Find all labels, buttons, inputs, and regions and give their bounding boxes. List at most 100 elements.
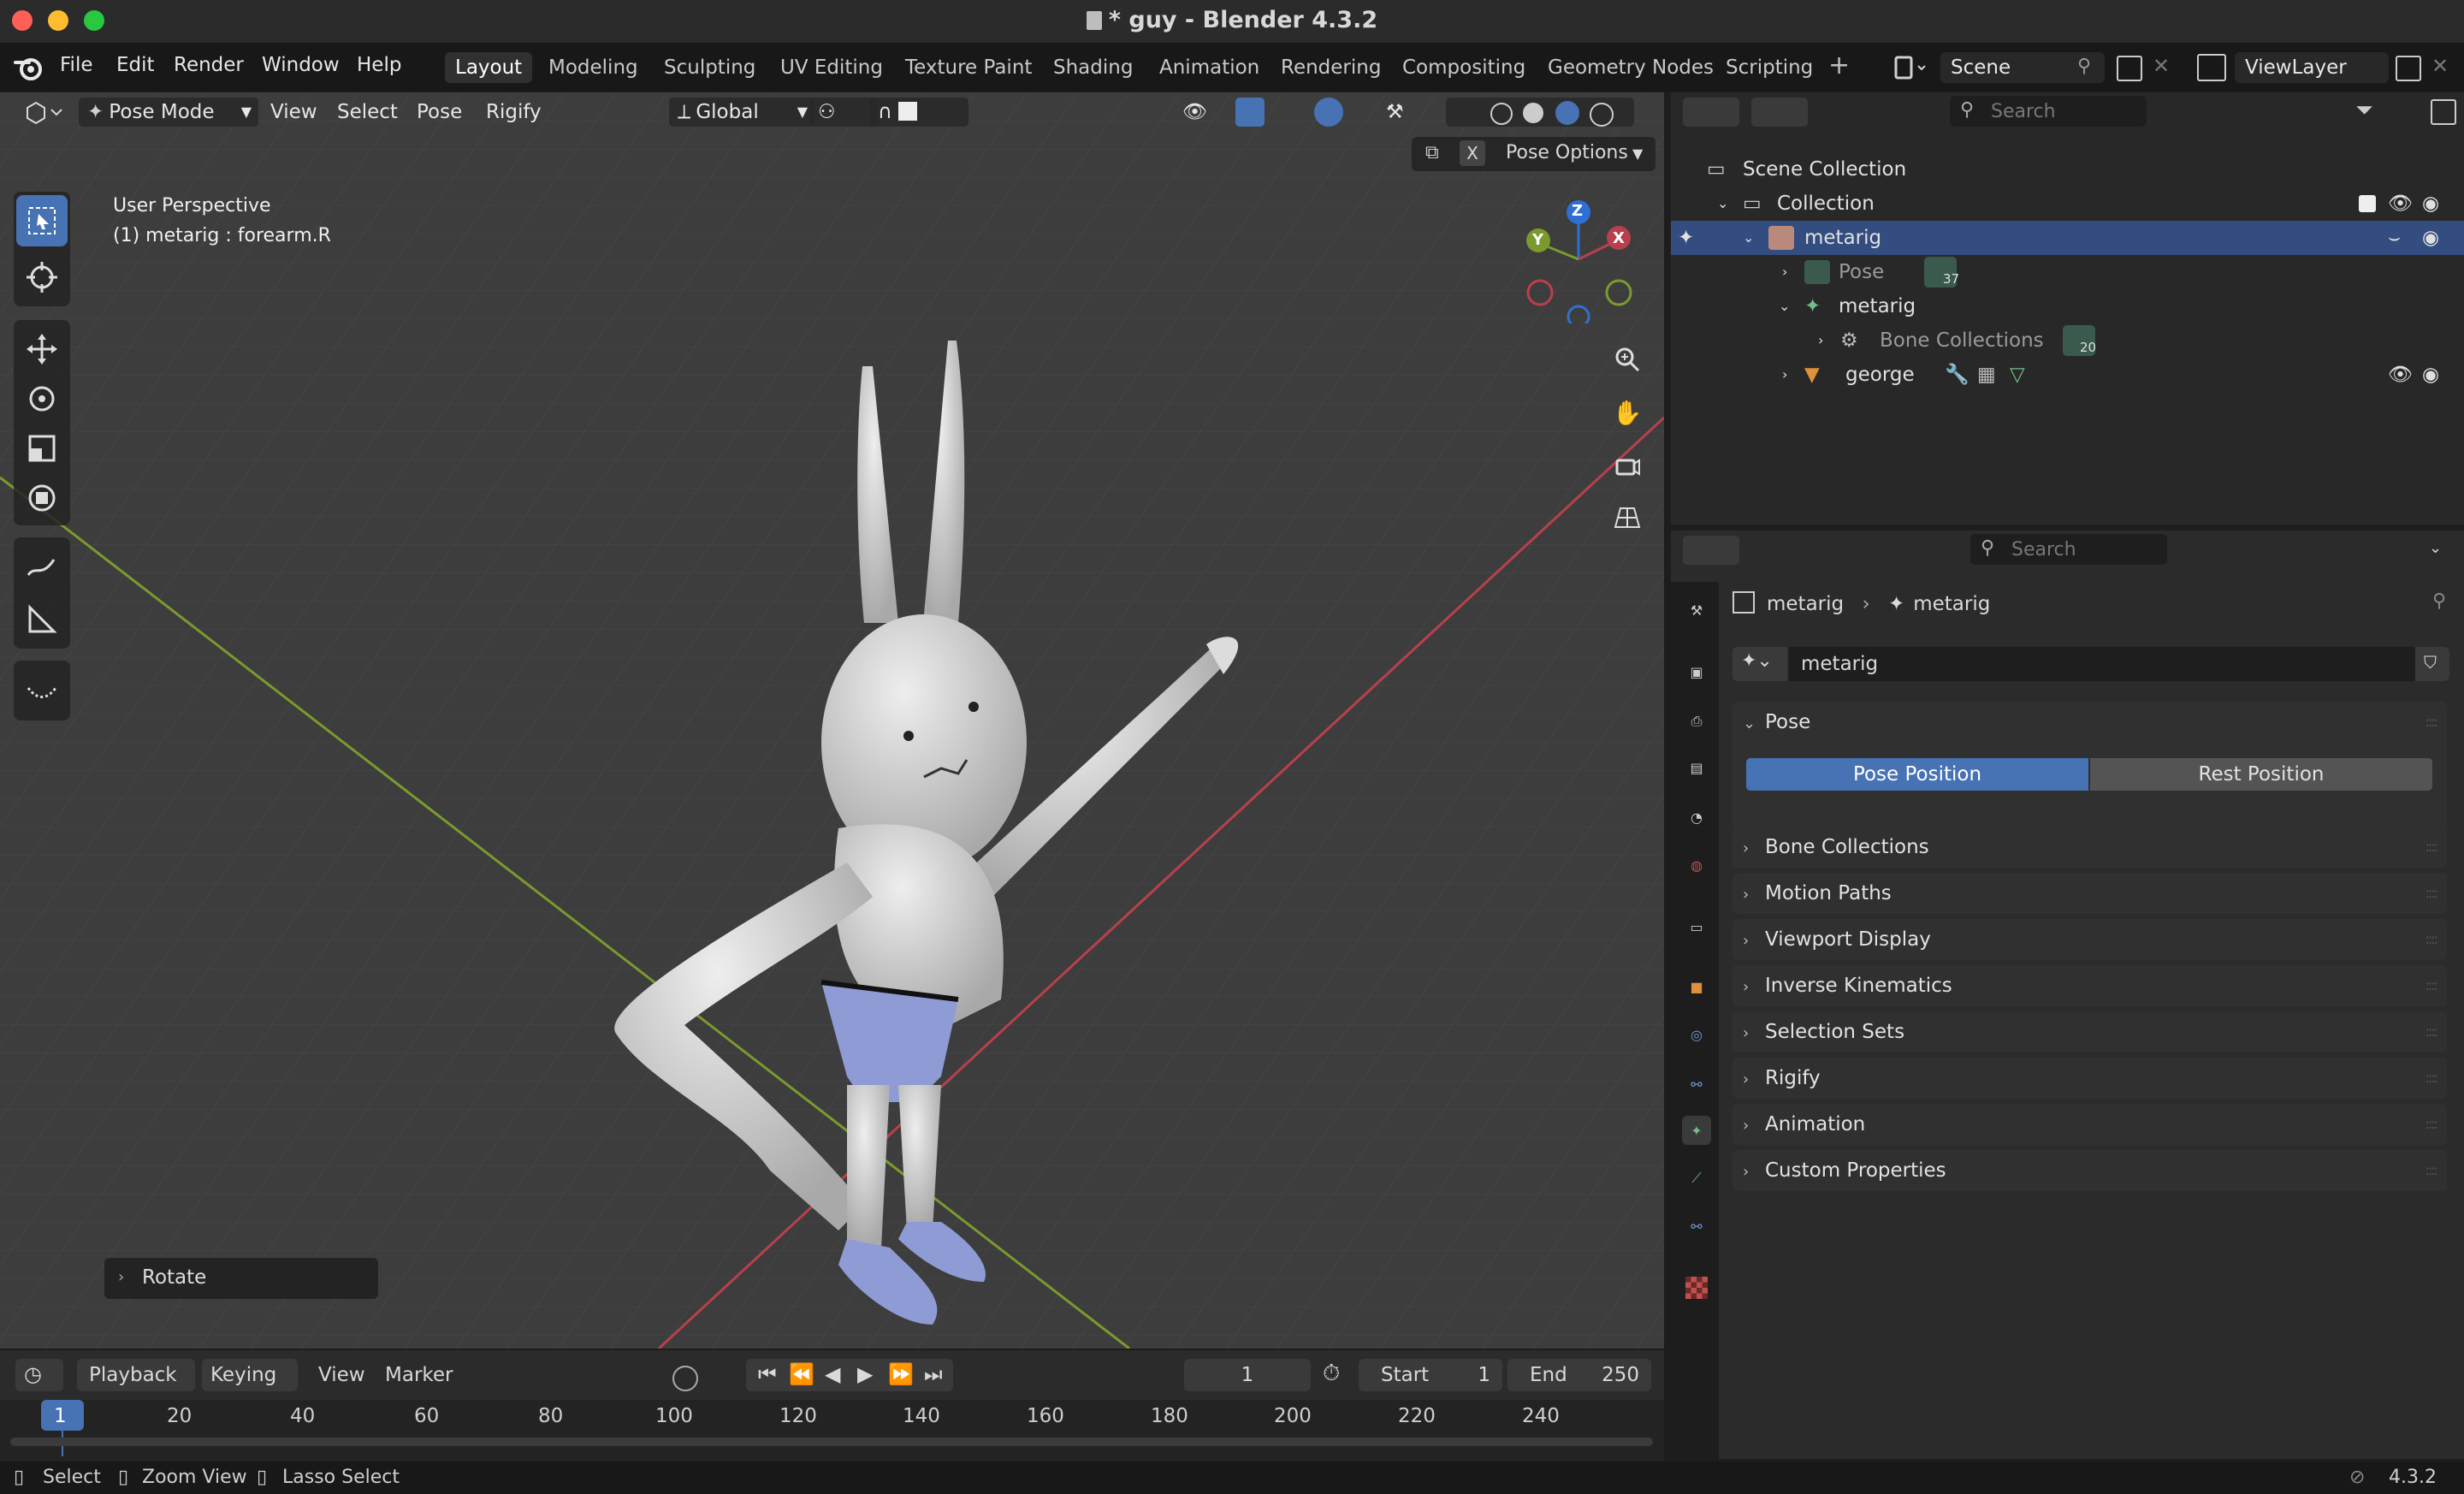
tab-animation[interactable]: Animation [1149,52,1270,83]
motion-paths-panel[interactable]: › Motion Paths:::: [1732,873,2447,914]
outliner-row-bone-collections[interactable]: › ⚙ Bone Collections 20 [1671,323,2464,358]
prev-keyframe-icon[interactable]: ⏪ [789,1362,814,1386]
delete-scene-icon[interactable]: ✕ [2153,54,2170,78]
viewport-menu-pose[interactable]: Pose [408,98,471,127]
timeline-scrollbar[interactable] [10,1438,1653,1446]
tab-compositing[interactable]: Compositing [1392,52,1536,83]
pin-icon[interactable]: ⚲ [2077,56,2091,77]
checkbox-icon[interactable] [2359,195,2376,212]
drag-handle-icon[interactable]: :::: [2425,1058,2438,1099]
object-tab-icon[interactable]: ■ [1682,972,1711,1001]
view-layer-field[interactable]: ViewLayer [2235,52,2389,83]
new-collection-icon[interactable] [2431,99,2456,125]
timeline-menu-view[interactable]: View [318,1364,365,1386]
visibility-dropdown[interactable]: 👁 [1174,98,1216,127]
new-scene-icon[interactable] [2117,56,2142,81]
camera-view-icon[interactable] [1605,443,1650,488]
pan-hand-icon[interactable]: ✋ [1605,390,1650,435]
playback-dropdown[interactable]: Playback [77,1359,195,1391]
chevron-down-icon[interactable]: ⌄ [2429,539,2442,557]
chevron-down-icon[interactable]: ⌄ [1743,703,1765,744]
menu-help[interactable]: Help [357,54,401,76]
wireframe-shading-icon[interactable] [1490,103,1513,125]
object-constraints-tab-icon[interactable]: ⚯ [1682,1070,1711,1099]
display-mode-icon[interactable] [1751,98,1808,127]
delete-view-layer-icon[interactable]: ✕ [2431,54,2449,78]
tab-sculpting[interactable]: Sculpting [654,52,766,83]
play-reverse-icon[interactable]: ◀ [825,1362,840,1386]
toggle-perspective-grid-icon[interactable] [1605,495,1650,539]
gizmo-toggle[interactable] [1235,98,1265,127]
drag-handle-icon[interactable]: :::: [2425,1150,2438,1191]
overlays-toggle[interactable] [1314,98,1343,127]
editor-type-icon[interactable] [22,99,65,125]
last-operator-panel[interactable]: › Rotate [104,1258,378,1299]
drag-handle-icon[interactable]: :::: [2425,1104,2438,1145]
camera-icon[interactable]: ◉ [2422,358,2439,392]
output-tab-icon[interactable]: ⎙ [1682,707,1711,736]
outliner-editor-type-icon[interactable] [1683,98,1739,127]
tab-scripting[interactable]: Scripting [1715,52,1823,83]
transform-orientation-dropdown[interactable]: ⟂ Global ▼ [669,98,814,127]
select-box-tool[interactable] [16,195,68,246]
drag-handle-icon[interactable]: :::: [2425,702,2438,743]
camera-icon[interactable]: ◉ [2422,187,2439,221]
drag-handle-icon[interactable]: :::: [2425,965,2438,1006]
stopwatch-icon[interactable]: ⏱ [1323,1361,1340,1387]
scene-tab-icon[interactable]: ◔ [1682,803,1711,832]
add-workspace-plus-icon[interactable]: + [1828,50,1850,80]
viewport-menu-select[interactable]: Select [329,98,406,127]
render-tab-icon[interactable]: ▣ [1682,657,1711,686]
outliner-row-pose[interactable]: › Pose 37 [1671,255,2464,289]
current-frame-field[interactable]: 1 [1184,1359,1311,1391]
play-icon[interactable]: ▶ [857,1362,873,1386]
3d-viewport[interactable]: ✦ Pose Mode ▼ View Select Pose Rigify ⟂ Glo… [0,92,1664,1349]
view-layer-icon[interactable] [2197,54,2226,81]
camera-icon[interactable]: ◉ [2422,221,2439,255]
texture-tab-icon[interactable] [1682,1273,1711,1302]
drag-handle-icon[interactable]: :::: [2425,919,2438,960]
start-frame-field[interactable]: Start 1 [1359,1359,1502,1391]
move-tool[interactable] [16,323,68,375]
filter-icon[interactable]: ⏷ [2355,98,2373,124]
inverse-kinematics-panel[interactable]: › Inverse Kinematics:::: [1732,965,2447,1006]
x-mirror-toggle[interactable]: X [1460,140,1485,166]
physics-tab-icon[interactable]: ◎ [1682,1020,1711,1049]
drag-handle-icon[interactable]: :::: [2425,827,2438,868]
jump-end-icon[interactable]: ⏭ [924,1362,943,1386]
tab-layout[interactable]: Layout [445,52,533,83]
material-preview-icon[interactable] [1555,101,1579,125]
properties-editor-type-icon[interactable] [1683,536,1739,565]
annotate-tool[interactable] [16,541,68,592]
rest-position-button[interactable]: Rest Position [2090,758,2432,791]
bone-tab-icon[interactable]: ⟋ [1682,1164,1711,1193]
outliner-row-collection[interactable]: ⌄ ▭ Collection 👁 ◉ [1671,187,2464,221]
animation-panel[interactable]: › Animation:::: [1732,1104,2447,1145]
tab-shading[interactable]: Shading [1043,52,1143,83]
tab-rendering[interactable]: Rendering [1270,52,1391,83]
jump-start-icon[interactable]: ⏮ [758,1362,777,1386]
mode-selector[interactable]: ✦ Pose Mode ▼ [79,98,258,127]
bone-overlay-dropdown[interactable]: ⚒ [1377,98,1413,127]
pose-options-dropdown[interactable]: Pose Options [1506,142,1628,163]
world-tab-icon[interactable]: ◍ [1682,851,1711,880]
auto-keying-icon[interactable] [672,1366,698,1391]
eye-icon[interactable]: 👁 [2388,187,2413,221]
cursor-tool[interactable] [16,252,68,303]
relax-pose-tool[interactable] [16,664,68,715]
timeline-menu-marker[interactable]: Marker [385,1364,453,1386]
menu-window[interactable]: Window [262,54,340,76]
blender-logo-icon[interactable] [14,54,44,81]
drag-handle-icon[interactable]: :::: [2425,873,2438,914]
armature-name-field[interactable]: metarig [1789,647,2439,681]
view-layer-tab-icon[interactable]: ▤ [1682,753,1711,782]
armature-datablock-icon[interactable]: ✦⌄ [1732,647,1787,681]
selection-sets-panel[interactable]: › Selection Sets:::: [1732,1011,2447,1052]
end-frame-field[interactable]: End 250 [1507,1359,1651,1391]
solid-shading-icon[interactable] [1523,103,1543,123]
viewport-menu-view[interactable]: View [262,98,326,127]
pivot-point-dropdown[interactable]: ⚇ [809,98,878,127]
new-view-layer-icon[interactable] [2396,56,2421,81]
tab-uv-editing[interactable]: UV Editing [770,52,893,83]
eye-icon[interactable]: 👁 [2388,358,2413,392]
